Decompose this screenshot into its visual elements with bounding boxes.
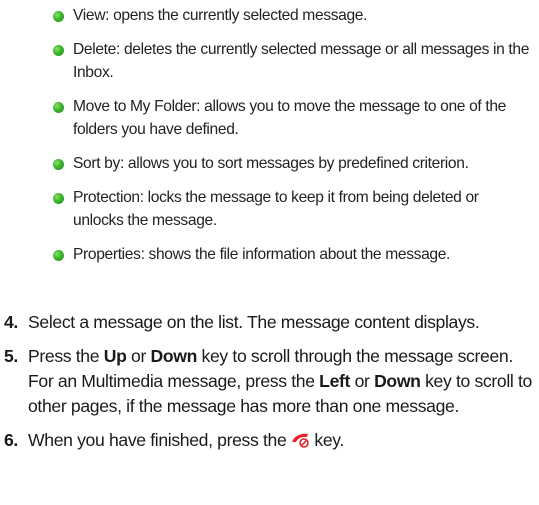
bullet-icon (53, 159, 64, 170)
step-number: 6. (4, 430, 18, 450)
text-run: Press the (28, 346, 104, 366)
step-number: 4. (4, 312, 18, 332)
manual-page: View: opens the currently selected messa… (0, 0, 539, 505)
step-5: 5. Press the Up or Down key to scroll th… (0, 344, 539, 419)
key-name-up: Up (103, 346, 127, 366)
list-item: View: opens the currently selected messa… (52, 4, 532, 27)
option-text: Move to My Folder: allows you to move th… (73, 98, 506, 138)
text-run: When you have finished, press the (28, 430, 287, 450)
text-run: or (126, 346, 151, 366)
list-item: Move to My Folder: allows you to move th… (52, 95, 532, 141)
instruction-steps: 4. Select a message on the list. The mes… (0, 310, 539, 462)
option-text: Properties: shows the file information a… (73, 246, 451, 263)
step-4: 4. Select a message on the list. The mes… (0, 310, 539, 335)
step-number: 5. (4, 346, 18, 366)
key-name-left: Left (319, 371, 351, 391)
bullet-icon (53, 250, 64, 261)
option-text: View: opens the currently selected messa… (73, 7, 368, 24)
text-run: or (350, 371, 375, 391)
key-name-down: Down (150, 346, 198, 366)
bullet-icon (53, 102, 64, 113)
list-item: Delete: deletes the currently selected m… (52, 38, 532, 84)
step-text: Select a message on the list. The messag… (28, 312, 480, 332)
message-options-list: View: opens the currently selected messa… (52, 4, 532, 277)
end-call-icon (292, 433, 310, 448)
step-text: Press the Up or Down key to scroll throu… (28, 346, 532, 416)
bullet-icon (53, 193, 64, 204)
text-run: key. (314, 430, 344, 450)
bullet-icon (53, 11, 64, 22)
list-item: Properties: shows the file information a… (52, 243, 532, 266)
option-text: Sort by: allows you to sort messages by … (73, 155, 469, 172)
step-6: 6. When you have finished, press the key… (0, 428, 539, 453)
option-text: Delete: deletes the currently selected m… (73, 41, 530, 81)
option-text: Protection: locks the message to keep it… (73, 189, 479, 229)
key-name-down: Down (374, 371, 421, 391)
step-text: When you have finished, press the key. (28, 430, 344, 450)
list-item: Sort by: allows you to sort messages by … (52, 152, 532, 175)
list-item: Protection: locks the message to keep it… (52, 186, 532, 232)
bullet-icon (53, 45, 64, 56)
